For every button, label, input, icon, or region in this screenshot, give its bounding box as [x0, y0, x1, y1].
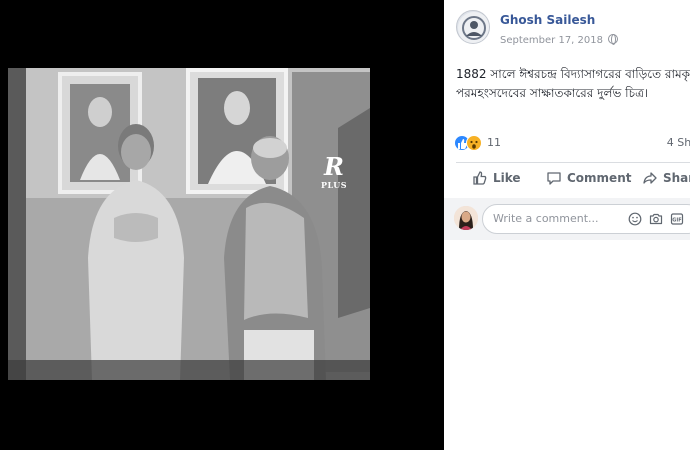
channel-watermark: R PLUS [314, 152, 354, 191]
reactions-bar[interactable]: 11 4 Sha [454, 134, 690, 154]
watermark-letter: R [324, 152, 344, 181]
author-name-link[interactable]: Ghosh Sailesh [500, 13, 595, 27]
comment-input[interactable] [493, 212, 613, 225]
post-header: Ghosh Sailesh September 17, 2018 [456, 10, 690, 50]
post-text-line: পরমহংসদেবের সাক্ষাতকারের দুর্লভ চিত্র। [456, 86, 649, 100]
camera-icon[interactable] [649, 212, 663, 226]
comment-composer: GIF [444, 198, 690, 240]
post-actions: Like Comment Share [456, 166, 690, 196]
post-side-panel: Ghosh Sailesh September 17, 2018 1882 সা… [444, 0, 690, 450]
gif-icon[interactable]: GIF [670, 212, 684, 226]
post-date-link[interactable]: September 17, 2018 [500, 35, 603, 46]
wow-reaction-icon [466, 135, 482, 151]
emoji-icon[interactable] [628, 212, 642, 226]
watermark-text: PLUS [321, 180, 347, 190]
comment-bubble-icon [547, 172, 561, 185]
reaction-count[interactable]: 11 [487, 136, 501, 149]
current-user-avatar[interactable] [454, 206, 478, 230]
comment-button[interactable]: Comment [546, 170, 631, 186]
post-meta: September 17, 2018 [500, 34, 618, 46]
photo-theater: R PLUS Ghosh Sailesh September 17, 2018 … [0, 0, 690, 450]
post-text: 1882 সালে ঈশ্বরচন্দ্র বিদ্যাসাগরের বাড়ি… [456, 65, 690, 103]
comment-box[interactable]: GIF [482, 204, 690, 234]
share-label: Share [663, 171, 690, 185]
photo-viewer: R PLUS [0, 0, 444, 450]
post-text-line: 1882 সালে ঈশ্বরচন্দ্র বিদ্যাসাগরের বাড়ি… [456, 67, 690, 81]
thumbs-up-icon [473, 171, 487, 185]
share-count[interactable]: 4 Sha [667, 136, 690, 149]
post-photo[interactable]: R PLUS [8, 68, 370, 380]
photo-scene [8, 68, 370, 380]
svg-text:GIF: GIF [672, 217, 681, 223]
like-label: Like [493, 171, 521, 185]
divider [456, 162, 690, 163]
like-button[interactable]: Like [472, 170, 521, 186]
author-avatar[interactable] [456, 10, 490, 44]
share-button[interactable]: Share [642, 170, 690, 186]
share-arrow-icon [643, 172, 657, 184]
comment-label: Comment [567, 171, 632, 185]
globe-icon [607, 34, 618, 45]
